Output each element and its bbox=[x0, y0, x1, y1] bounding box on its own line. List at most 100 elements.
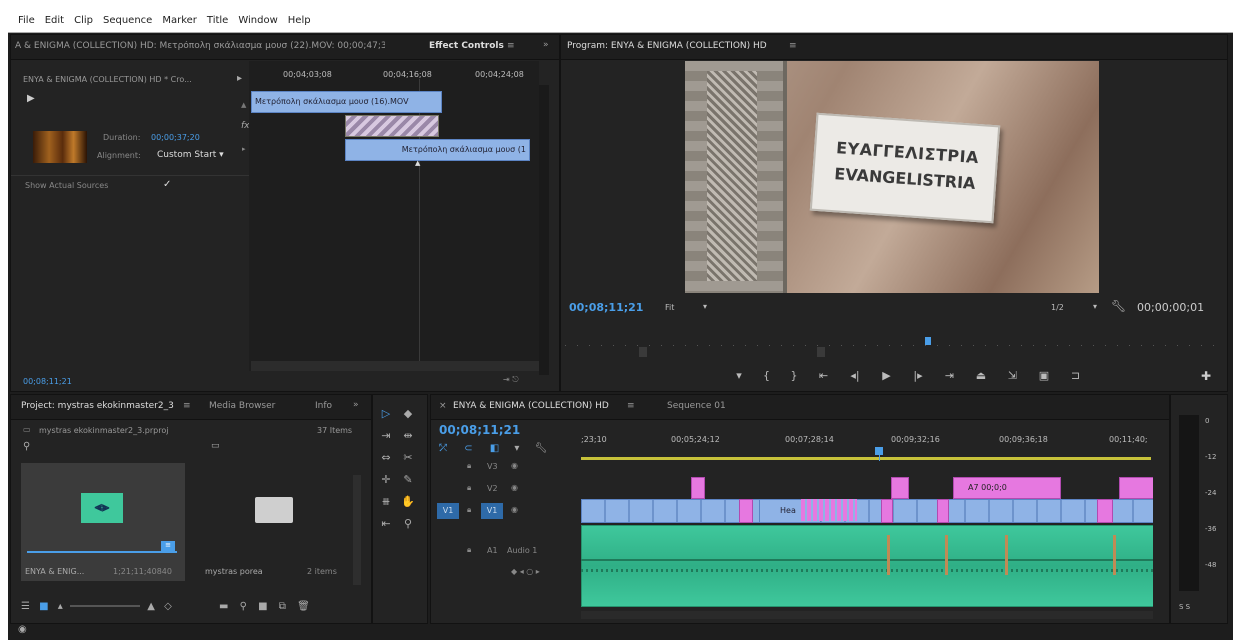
tab-info[interactable]: Info bbox=[315, 401, 332, 411]
add-button-icon[interactable]: ✚ bbox=[1201, 369, 1211, 383]
extract-icon[interactable]: ⇲ bbox=[999, 369, 1027, 382]
audio-transition-4[interactable] bbox=[1113, 535, 1116, 575]
clip-v1-dense[interactable] bbox=[801, 499, 857, 521]
clip-v2-2[interactable] bbox=[891, 477, 909, 499]
list-view-icon[interactable]: ☰ bbox=[21, 601, 30, 612]
resolution-arrow-icon[interactable]: ▾ bbox=[1093, 302, 1097, 311]
ec-hscroll[interactable] bbox=[251, 361, 539, 371]
menu-marker[interactable]: Marker bbox=[162, 15, 197, 26]
duration-value[interactable]: 00;00;37;20 bbox=[151, 133, 200, 142]
menu-edit[interactable]: Edit bbox=[45, 15, 64, 26]
lock-icon[interactable]: 🔒︎ bbox=[467, 545, 471, 555]
audio-transition-2[interactable] bbox=[945, 535, 948, 575]
panel-menu-icon[interactable]: ≡ bbox=[507, 41, 515, 51]
alignment-dropdown[interactable]: Custom Start ▾ bbox=[157, 150, 224, 160]
expand-icon[interactable]: » bbox=[543, 40, 549, 50]
ec-timeline[interactable]: 00;04;03;08 00;04;16;08 00;04;24;08 Μετρ… bbox=[249, 61, 539, 371]
zoom-in-icon[interactable]: ▲ bbox=[147, 601, 155, 612]
step-forward-icon[interactable]: |▸ bbox=[904, 369, 932, 382]
menu-help[interactable]: Help bbox=[288, 15, 311, 26]
rate-stretch-tool-icon[interactable]: ⇔ bbox=[379, 451, 393, 465]
tab-media-browser[interactable]: Media Browser bbox=[209, 401, 275, 411]
timeline-ruler[interactable]: ;23;10 00;05;24;12 00;07;28;14 00;09;32;… bbox=[581, 433, 1167, 461]
eye-icon[interactable]: ◉ bbox=[511, 505, 518, 514]
ec-clip-top[interactable]: Μετρόπολη σκάλιασμα μουσ (16).MOV bbox=[251, 91, 442, 113]
fit-dropdown-arrow-icon[interactable]: ▾ bbox=[703, 302, 707, 311]
ec-bottom-icons[interactable]: ⇥ ⎋ bbox=[503, 375, 519, 385]
program-menu-icon[interactable]: ≡ bbox=[789, 41, 797, 51]
add-marker-tl-icon[interactable]: ◧ bbox=[490, 443, 499, 454]
project-menu-icon[interactable]: ≡ bbox=[183, 401, 191, 411]
hand-tool-icon[interactable]: ✋ bbox=[401, 495, 415, 509]
project-item-bin[interactable] bbox=[191, 463, 351, 581]
tab-sequence-main[interactable]: ENYA & ENIGMA (COLLECTION) HD bbox=[453, 401, 609, 411]
video-frame[interactable]: ΕΥΑΓΓΕΛΙΣΤΡΙΑ EVANGELISTRIA bbox=[685, 61, 1099, 293]
track-select-tool-icon[interactable]: ◆ bbox=[401, 407, 415, 421]
compare-icon[interactable]: ⊐ bbox=[1062, 369, 1090, 382]
rolling-edit-tool-icon[interactable]: ⇹ bbox=[401, 429, 415, 443]
sort-icon[interactable]: ◇ bbox=[164, 601, 172, 612]
track-label-v3[interactable]: V3 bbox=[487, 462, 498, 471]
tab-sequence-01[interactable]: Sequence 01 bbox=[667, 401, 726, 411]
add-marker-icon[interactable]: ▾ bbox=[727, 369, 751, 382]
program-title[interactable]: Program: ENYA & ENIGMA (COLLECTION) HD bbox=[567, 41, 767, 51]
icon-view-icon[interactable]: ■ bbox=[39, 601, 48, 612]
play-button-icon[interactable]: ▶ bbox=[873, 369, 901, 382]
audio-transition-1[interactable] bbox=[887, 535, 890, 575]
ec-timecode[interactable]: 00;08;11;21 bbox=[23, 377, 72, 386]
timeline-timecode[interactable]: 00;08;11;21 bbox=[439, 423, 520, 437]
ripple-edit-tool-icon[interactable]: ⇥ bbox=[379, 429, 393, 443]
work-area-bar[interactable] bbox=[581, 457, 1151, 460]
automate-icon[interactable]: ▬ bbox=[219, 601, 228, 612]
linked-selection-icon[interactable]: ⊂ bbox=[464, 443, 472, 454]
export-frame-icon[interactable]: ▣ bbox=[1030, 369, 1058, 382]
clip-v1-strip[interactable] bbox=[581, 499, 1153, 523]
clip-v1-pink-1[interactable] bbox=[739, 499, 753, 523]
status-eye-icon[interactable]: ◉ bbox=[18, 624, 27, 635]
timeline-hscroll[interactable] bbox=[581, 611, 1153, 619]
mark-out-icon[interactable]: } bbox=[782, 369, 806, 382]
wrench-icon[interactable]: 🔧︎ bbox=[1111, 299, 1126, 313]
track-target-v1[interactable]: V1 bbox=[481, 503, 503, 519]
clip-v1-pink-2[interactable] bbox=[881, 499, 893, 523]
clip-a1-audio[interactable] bbox=[581, 525, 1153, 607]
clip-v1-pink-4[interactable] bbox=[1097, 499, 1113, 523]
slip-tool-icon[interactable]: ✛ bbox=[379, 473, 393, 487]
ec-clip-bottom[interactable]: Μετρόπολη σκάλιασμα μουσ (1 bbox=[345, 139, 530, 161]
timeline-close-icon[interactable]: × bbox=[439, 401, 447, 411]
zoom-out-icon[interactable]: ▴ bbox=[58, 601, 63, 612]
lock-icon[interactable]: 🔒︎ bbox=[467, 483, 471, 493]
mark-in-icon[interactable]: { bbox=[755, 369, 779, 382]
selection-tool-icon[interactable]: ▷ bbox=[379, 407, 393, 421]
menu-window[interactable]: Window bbox=[238, 15, 277, 26]
ec-scrollbar[interactable] bbox=[539, 85, 549, 375]
pen-tool-icon[interactable]: ✎ bbox=[401, 473, 415, 487]
new-bin-icon[interactable]: ▭ bbox=[211, 441, 220, 451]
clip-v2-4[interactable] bbox=[1119, 477, 1153, 499]
audio-transition-3[interactable] bbox=[1005, 535, 1008, 575]
show-sources-checkbox[interactable]: ✓ bbox=[163, 179, 171, 190]
timeline-menu-icon[interactable]: ≡ bbox=[627, 401, 635, 411]
project-item-sequence[interactable]: ⫷⫸ ≡ bbox=[21, 463, 185, 581]
track-label-v2[interactable]: V2 bbox=[487, 484, 498, 493]
program-timecode[interactable]: 00;08;11;21 bbox=[569, 301, 643, 314]
tab-effect-controls[interactable]: Effect Controls bbox=[429, 41, 504, 51]
new-bin-footer-icon[interactable]: ■ bbox=[258, 601, 267, 612]
slide-tool-icon[interactable]: ⧻ bbox=[379, 495, 393, 509]
marker-icon[interactable]: ▾ bbox=[514, 443, 519, 454]
menu-sequence[interactable]: Sequence bbox=[103, 15, 152, 26]
track-area[interactable]: A7 00;0;0 Hea bbox=[581, 461, 1153, 611]
clip-v1-pink-3[interactable] bbox=[937, 499, 949, 523]
razor-tool-icon[interactable]: ✂ bbox=[401, 451, 415, 465]
zoom-tool-icon[interactable]: ⚲ bbox=[401, 517, 415, 531]
fit-dropdown[interactable]: Fit bbox=[665, 303, 674, 312]
project-scrollbar[interactable] bbox=[353, 475, 361, 585]
eye-icon[interactable]: ◉ bbox=[511, 483, 518, 492]
collapse-arrow-icon[interactable]: ▸ bbox=[237, 73, 242, 84]
source-patch-v1[interactable]: V1 bbox=[437, 503, 459, 519]
source-tab[interactable]: A & ENIGMA (COLLECTION) HD: Μετρόπολη σκ… bbox=[15, 41, 385, 51]
timeline-settings-icon[interactable]: 🔧︎ bbox=[535, 443, 548, 454]
track-label-a1[interactable]: A1 bbox=[487, 546, 498, 555]
clip-v2-1[interactable] bbox=[691, 477, 705, 499]
trash-icon[interactable]: 🗑︎ bbox=[297, 601, 310, 612]
